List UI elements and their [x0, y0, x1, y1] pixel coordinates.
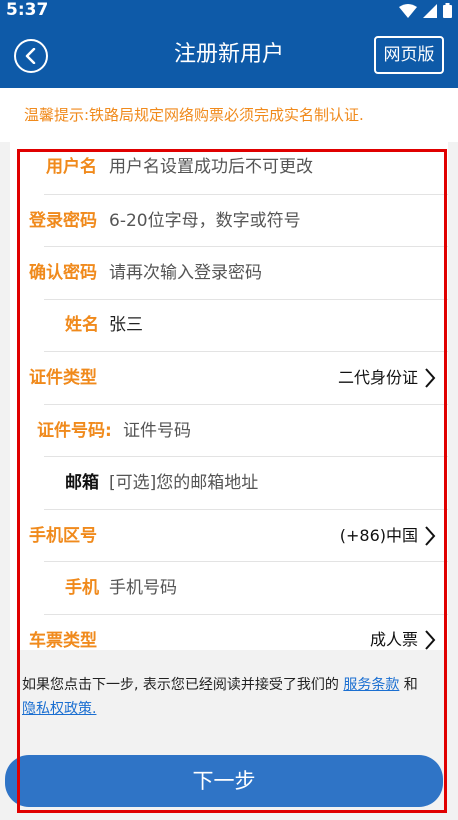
status-icons — [399, 3, 452, 18]
id-number-input[interactable]: 证件号码 — [123, 419, 191, 443]
battery-icon — [443, 3, 452, 18]
confirm-password-row[interactable]: 确认密码 请再次输入登录密码 — [10, 247, 448, 300]
registration-form: 用户名 用户名设置成功后不可更改 登录密码 6-20位字母，数字或符号 确认密码… — [10, 142, 448, 650]
next-step-button[interactable]: 下一步 — [5, 755, 443, 807]
username-label: 用户名 — [46, 157, 97, 177]
confirm-password-input[interactable]: 请再次输入登录密码 — [109, 261, 262, 285]
password-row[interactable]: 登录密码 6-20位字母，数字或符号 — [10, 195, 448, 247]
id-type-row[interactable]: 证件类型 二代身份证 — [10, 352, 448, 405]
email-input[interactable]: [可选]您的邮箱地址 — [109, 471, 258, 495]
phone-row[interactable]: 手机 手机号码 — [10, 562, 448, 615]
signal-icon — [423, 3, 437, 18]
service-terms-link[interactable]: 服务条款 — [343, 677, 399, 693]
name-label: 姓名 — [65, 314, 99, 335]
name-input[interactable]: 张三 — [109, 313, 143, 337]
ticket-type-label: 车票类型 — [29, 630, 97, 651]
agreement-body: 如果您点击下一步, 表示您已经阅读并接受了我们的 — [22, 677, 344, 693]
chevron-right-icon — [425, 368, 436, 388]
privacy-policy-link[interactable]: 隐私权政策. — [22, 701, 96, 717]
password-input[interactable]: 6-20位字母，数字或符号 — [109, 209, 301, 233]
name-row[interactable]: 姓名 张三 — [10, 300, 448, 352]
id-type-label: 证件类型 — [29, 368, 97, 388]
chevron-right-icon — [425, 525, 436, 546]
ticket-type-value: 成人票 — [369, 629, 418, 649]
chevron-right-icon — [425, 629, 436, 650]
phone-region-value: (+86)中国 — [339, 525, 418, 545]
ticket-type-row[interactable]: 车票类型 成人票 — [10, 615, 448, 651]
phone-region-row[interactable]: 手机区号 (+86)中国 — [10, 510, 448, 562]
app-bar: 注册新用户 网页版 — [0, 22, 458, 88]
id-number-label: 证件号码: — [37, 420, 112, 441]
email-label: 邮箱 — [65, 473, 99, 493]
id-type-value: 二代身份证 — [337, 368, 418, 387]
phone-label: 手机 — [65, 578, 99, 598]
id-number-row[interactable]: 证件号码: 证件号码 — [10, 405, 448, 457]
web-version-button[interactable]: 网页版 — [374, 36, 444, 74]
confirm-password-label: 确认密码 — [29, 263, 97, 283]
notice-tip: 温馨提示:铁路局规定网络购票必须完成实名制认证. — [0, 88, 458, 142]
phone-region-label: 手机区号 — [29, 525, 97, 546]
password-label: 登录密码 — [29, 210, 97, 231]
phone-input[interactable]: 手机号码 — [109, 576, 177, 600]
agreement-and: 和 — [399, 677, 418, 693]
username-input[interactable]: 用户名设置成功后不可更改 — [109, 155, 313, 179]
wifi-icon — [399, 3, 417, 18]
status-time: 5:37 — [6, 0, 49, 20]
status-bar: 5:37 — [0, 0, 458, 22]
username-row[interactable]: 用户名 用户名设置成功后不可更改 — [10, 142, 448, 195]
email-row[interactable]: 邮箱 [可选]您的邮箱地址 — [10, 457, 448, 510]
agreement-text: 如果您点击下一步, 表示您已经阅读并接受了我们的 服务条款 和 隐私权政策. — [22, 673, 432, 721]
